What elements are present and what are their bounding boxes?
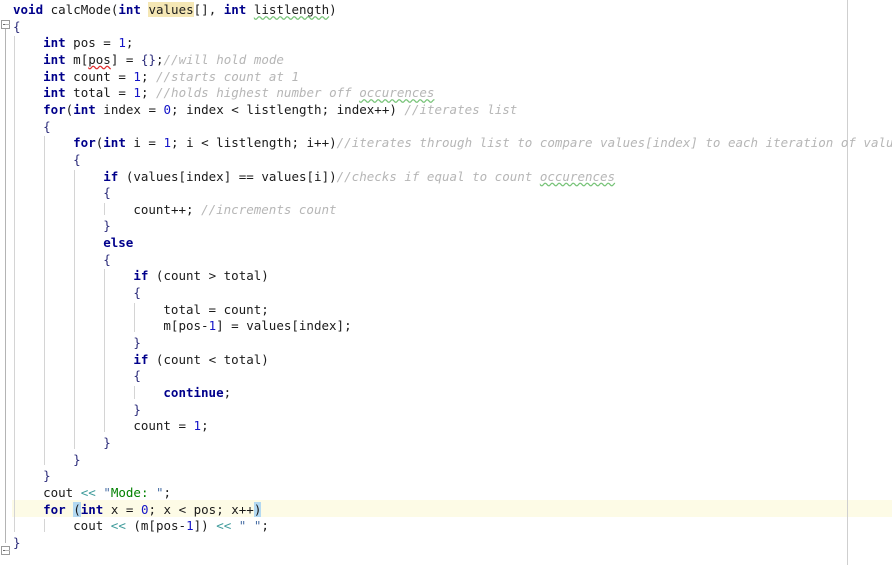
code-line[interactable]: } (13, 534, 21, 551)
code-editor[interactable]: void calcMode(int values[], int listleng… (0, 0, 892, 565)
code-line[interactable]: for(int i = 1; i < listlength; i++)//ite… (73, 134, 892, 151)
code-line[interactable]: count = 1; (133, 417, 208, 434)
code-line[interactable]: } (133, 334, 141, 351)
code-line[interactable]: if (values[index] == values[i])//checks … (103, 168, 615, 185)
code-line[interactable]: { (73, 151, 81, 168)
code-line[interactable]: int total = 1; //holds highest number of… (43, 84, 434, 101)
code-line[interactable]: void calcMode(int values[], int listleng… (13, 1, 337, 18)
code-line[interactable]: } (133, 401, 141, 418)
fold-region-line (5, 29, 6, 543)
code-line[interactable]: continue; (163, 384, 231, 401)
code-line[interactable]: m[pos-1] = values[index]; (163, 317, 351, 334)
code-line[interactable]: for(int index = 0; index < listlength; i… (43, 101, 517, 118)
code-line[interactable]: { (103, 184, 111, 201)
code-line[interactable]: if (count > total) (133, 267, 269, 284)
code-line[interactable]: cout << (m[pos-1]) << " "; (73, 517, 269, 534)
code-line[interactable]: } (103, 217, 111, 234)
code-line[interactable]: { (103, 251, 111, 268)
code-line[interactable]: int count = 1; //starts count at 1 (43, 68, 299, 85)
code-line[interactable]: if (count < total) (133, 351, 269, 368)
fold-line-cap-bottom (5, 550, 10, 551)
code-line[interactable]: count++; //increments count (133, 201, 336, 218)
code-line[interactable]: else (103, 234, 133, 251)
code-line[interactable]: } (73, 451, 81, 468)
code-folding-gutter[interactable] (0, 0, 12, 565)
code-line[interactable]: for (int x = 0; x < pos; x++) (43, 501, 262, 518)
fold-line-cap-top (5, 24, 10, 25)
code-line[interactable]: { (133, 284, 141, 301)
code-line[interactable]: } (43, 467, 51, 484)
code-line[interactable]: } (103, 434, 111, 451)
code-line[interactable]: int m[pos] = {};//will hold mode (43, 51, 284, 68)
code-line[interactable]: cout << "Mode: "; (43, 484, 171, 501)
code-line[interactable]: int pos = 1; (43, 34, 133, 51)
code-line[interactable]: total = count; (163, 301, 268, 318)
code-line[interactable]: { (43, 118, 51, 135)
code-line[interactable]: { (13, 18, 21, 35)
code-line[interactable]: { (133, 367, 141, 384)
code-text-layer[interactable]: void calcMode(int values[], int listleng… (0, 0, 892, 565)
